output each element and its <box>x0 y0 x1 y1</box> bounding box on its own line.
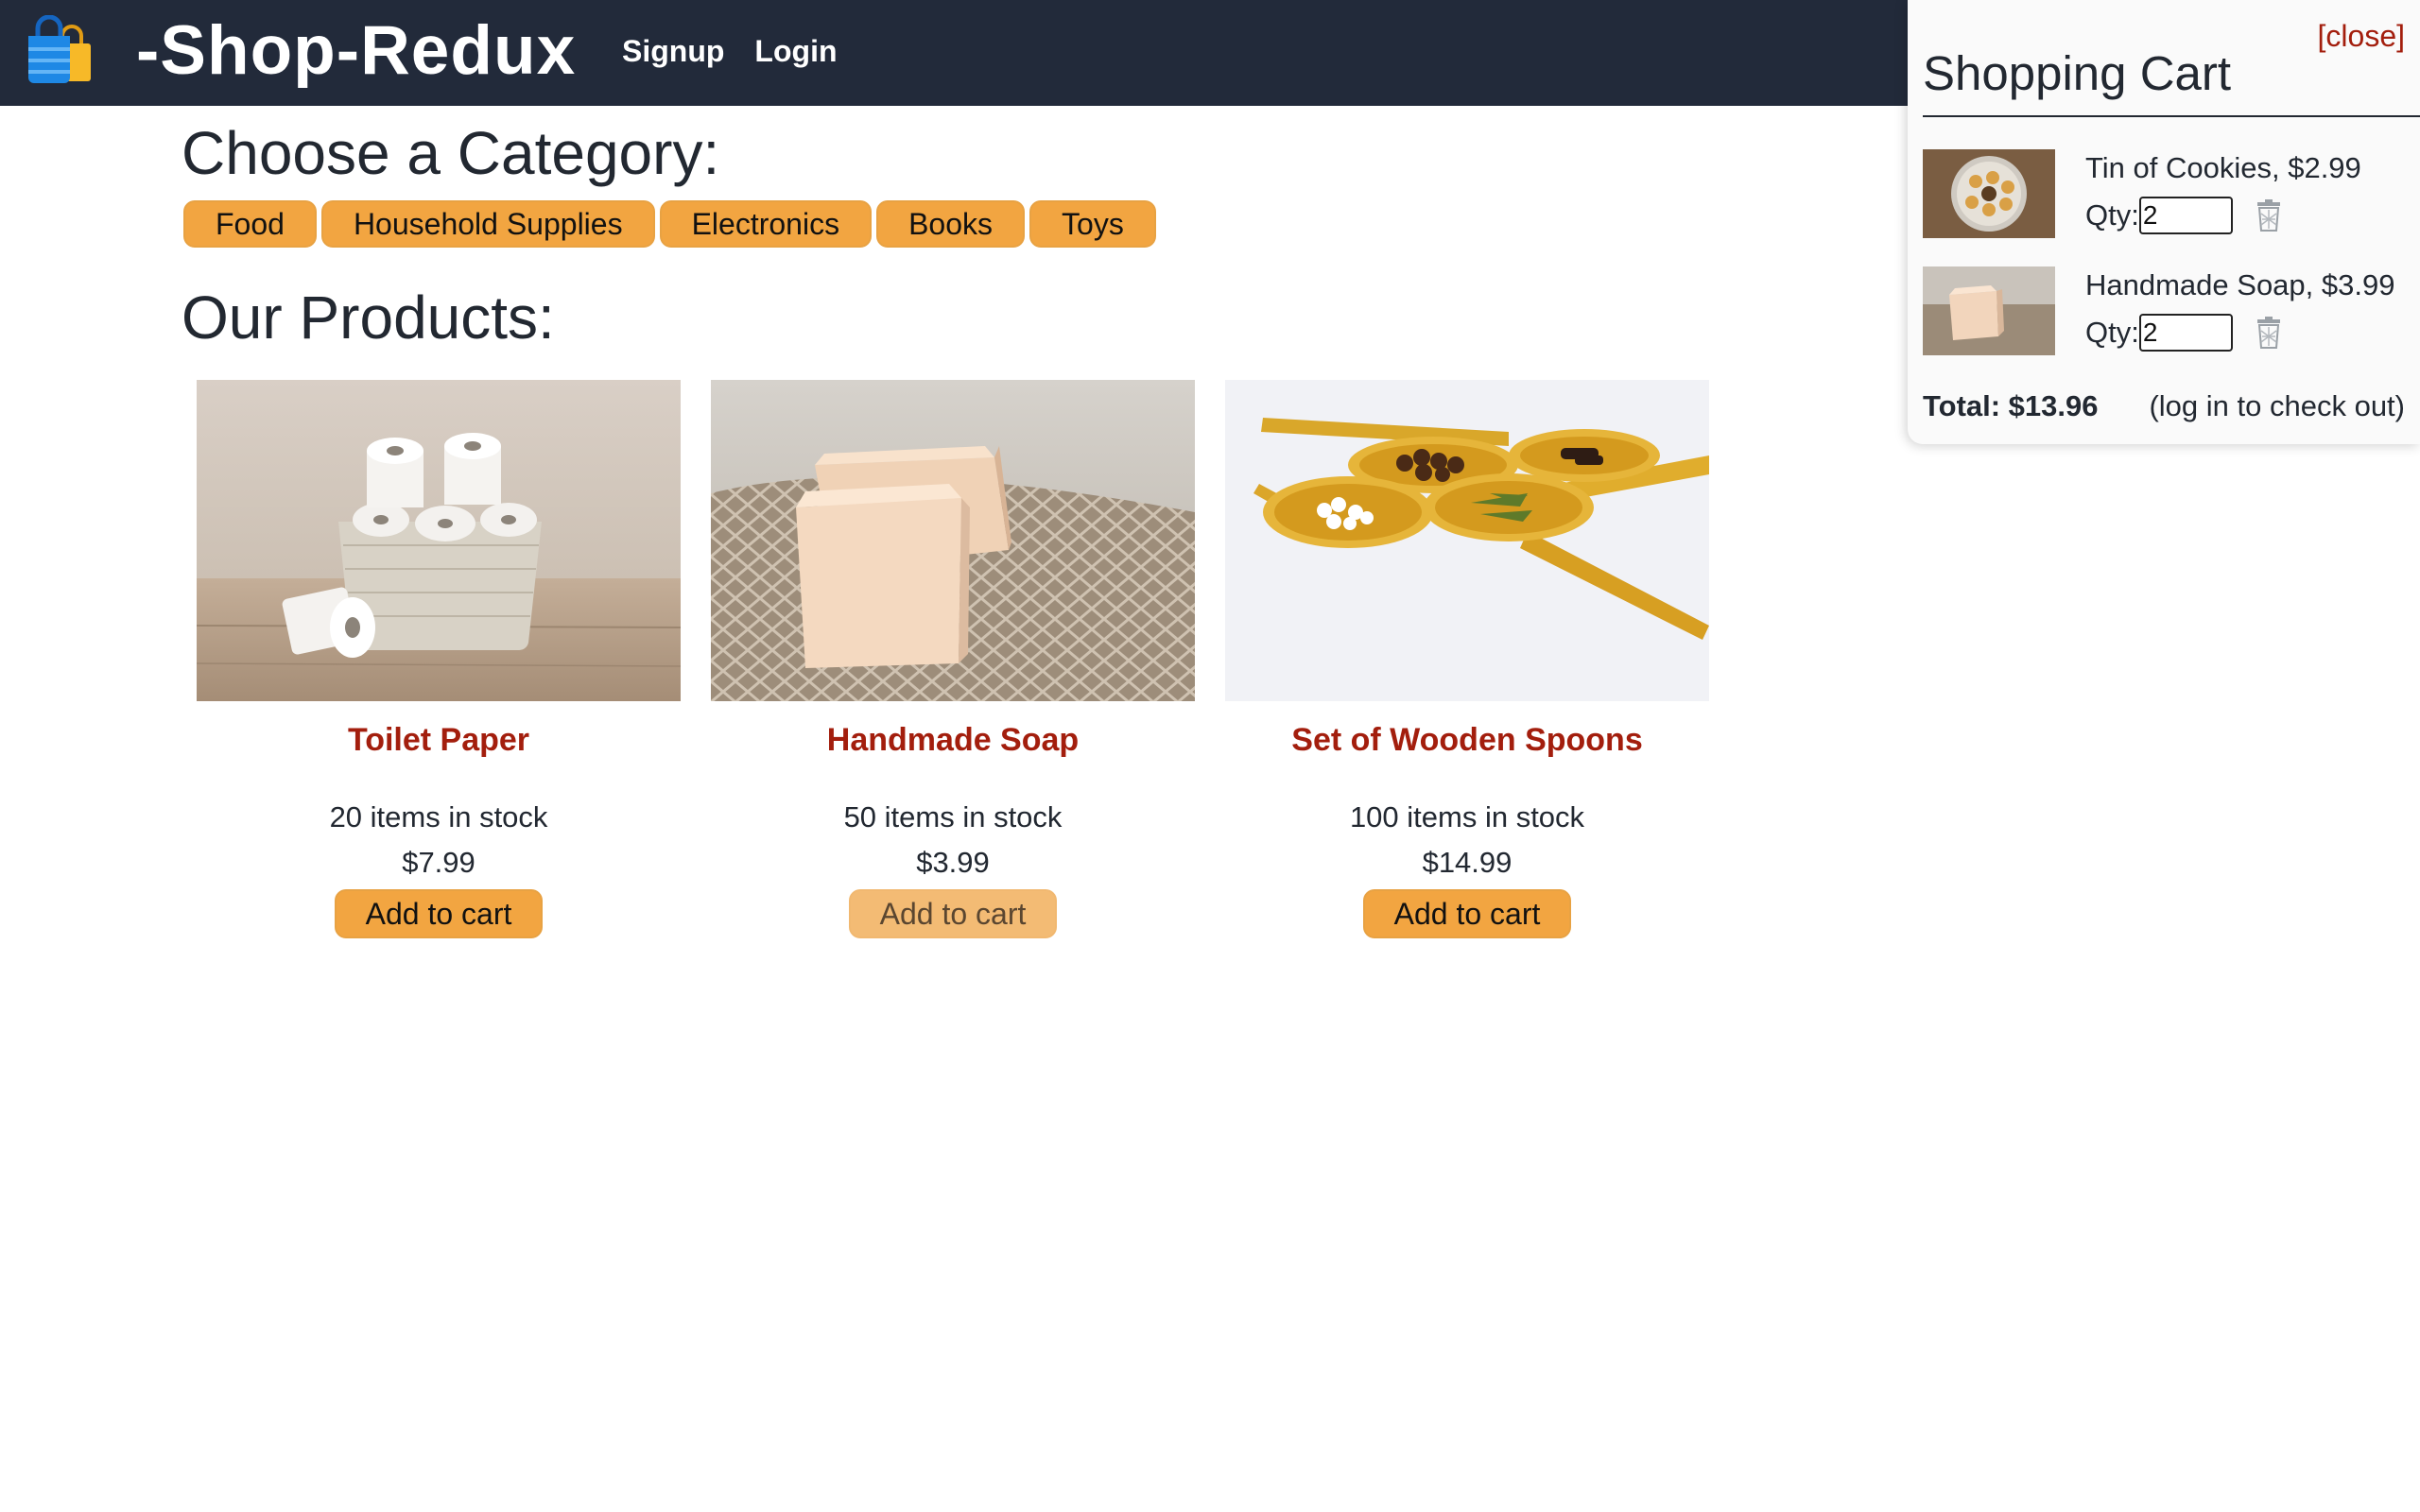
add-to-cart-button[interactable]: Add to cart <box>335 889 543 938</box>
trash-icon[interactable] <box>2254 198 2284 232</box>
product-price: $3.99 <box>916 846 990 879</box>
brand[interactable]: -Shop-Redux <box>26 15 576 87</box>
product-stock: 100 items in stock <box>1349 800 1585 833</box>
cookie-tin-thumbnail <box>1923 149 2055 238</box>
category-button-food[interactable]: Food <box>183 200 317 248</box>
category-button-toys[interactable]: Toys <box>1029 200 1156 248</box>
cart-total: Total: $13.96 <box>1923 389 2099 422</box>
quantity-input[interactable] <box>2138 314 2233 352</box>
quantity-input[interactable] <box>2138 197 2233 234</box>
cart-item: Handmade Soap, $3.99 Qty: <box>1923 266 2420 357</box>
product-price: $7.99 <box>402 846 475 879</box>
product-name[interactable]: Set of Wooden Spoons <box>1225 719 1709 761</box>
product-name[interactable]: Toilet Paper <box>197 719 681 761</box>
add-to-cart-button[interactable]: Add to cart <box>1363 889 1571 938</box>
product-card: Set of Wooden Spoons 100 items in stock … <box>1225 380 1709 938</box>
quantity-row: Qty: <box>2085 314 2284 352</box>
product-stock: 50 items in stock <box>843 800 1063 833</box>
product-name[interactable]: Handmade Soap <box>711 719 1195 761</box>
handmade-soap-image[interactable] <box>711 380 1195 701</box>
nav-login-link[interactable]: Login <box>754 32 837 70</box>
add-to-cart-button[interactable]: Add to cart <box>849 889 1057 938</box>
nav-signup-link[interactable]: Signup <box>622 32 724 70</box>
cart-item-label: Handmade Soap, $3.99 <box>2085 268 2395 301</box>
cart-item-label: Tin of Cookies, $2.99 <box>2085 151 2361 184</box>
nav-links: Signup Login <box>622 32 868 70</box>
quantity-row: Qty: <box>2085 197 2284 234</box>
cart-title: Shopping Cart <box>1923 46 2232 100</box>
checkout-note: (log in to check out) <box>2149 389 2405 422</box>
brand-name: -Shop-Redux <box>136 12 577 89</box>
product-card: Handmade Soap 50 items in stock $3.99 Ad… <box>711 380 1195 938</box>
shopping-bags-icon <box>28 15 91 83</box>
wooden-spoons-image[interactable] <box>1225 380 1709 701</box>
category-title: Choose a Category: <box>182 119 720 187</box>
handmade-soap-thumbnail <box>1923 266 2055 355</box>
products-title: Our Products: <box>182 284 555 352</box>
category-button-electronics[interactable]: Electronics <box>659 200 873 248</box>
category-list: Food Household Supplies Electronics Book… <box>183 200 1161 248</box>
qty-label: Qty: <box>2085 316 2139 349</box>
cart-close-link[interactable]: [close] <box>2318 19 2405 54</box>
product-stock: 20 items in stock <box>329 800 548 833</box>
trash-icon[interactable] <box>2254 316 2284 350</box>
category-button-books[interactable]: Books <box>876 200 1026 248</box>
qty-label: Qty: <box>2085 198 2139 232</box>
cart-item: Tin of Cookies, $2.99 Qty: <box>1923 149 2420 240</box>
cart-divider <box>1923 115 2420 117</box>
product-price: $14.99 <box>1422 846 1512 879</box>
shopping-cart-panel: [close] Shopping Cart Tin of Cookies, $2… <box>1908 0 2420 444</box>
category-button-household-supplies[interactable]: Household Supplies <box>320 200 655 248</box>
toilet-paper-image[interactable] <box>197 380 681 701</box>
product-card: Toilet Paper 20 items in stock $7.99 Add… <box>197 380 681 938</box>
